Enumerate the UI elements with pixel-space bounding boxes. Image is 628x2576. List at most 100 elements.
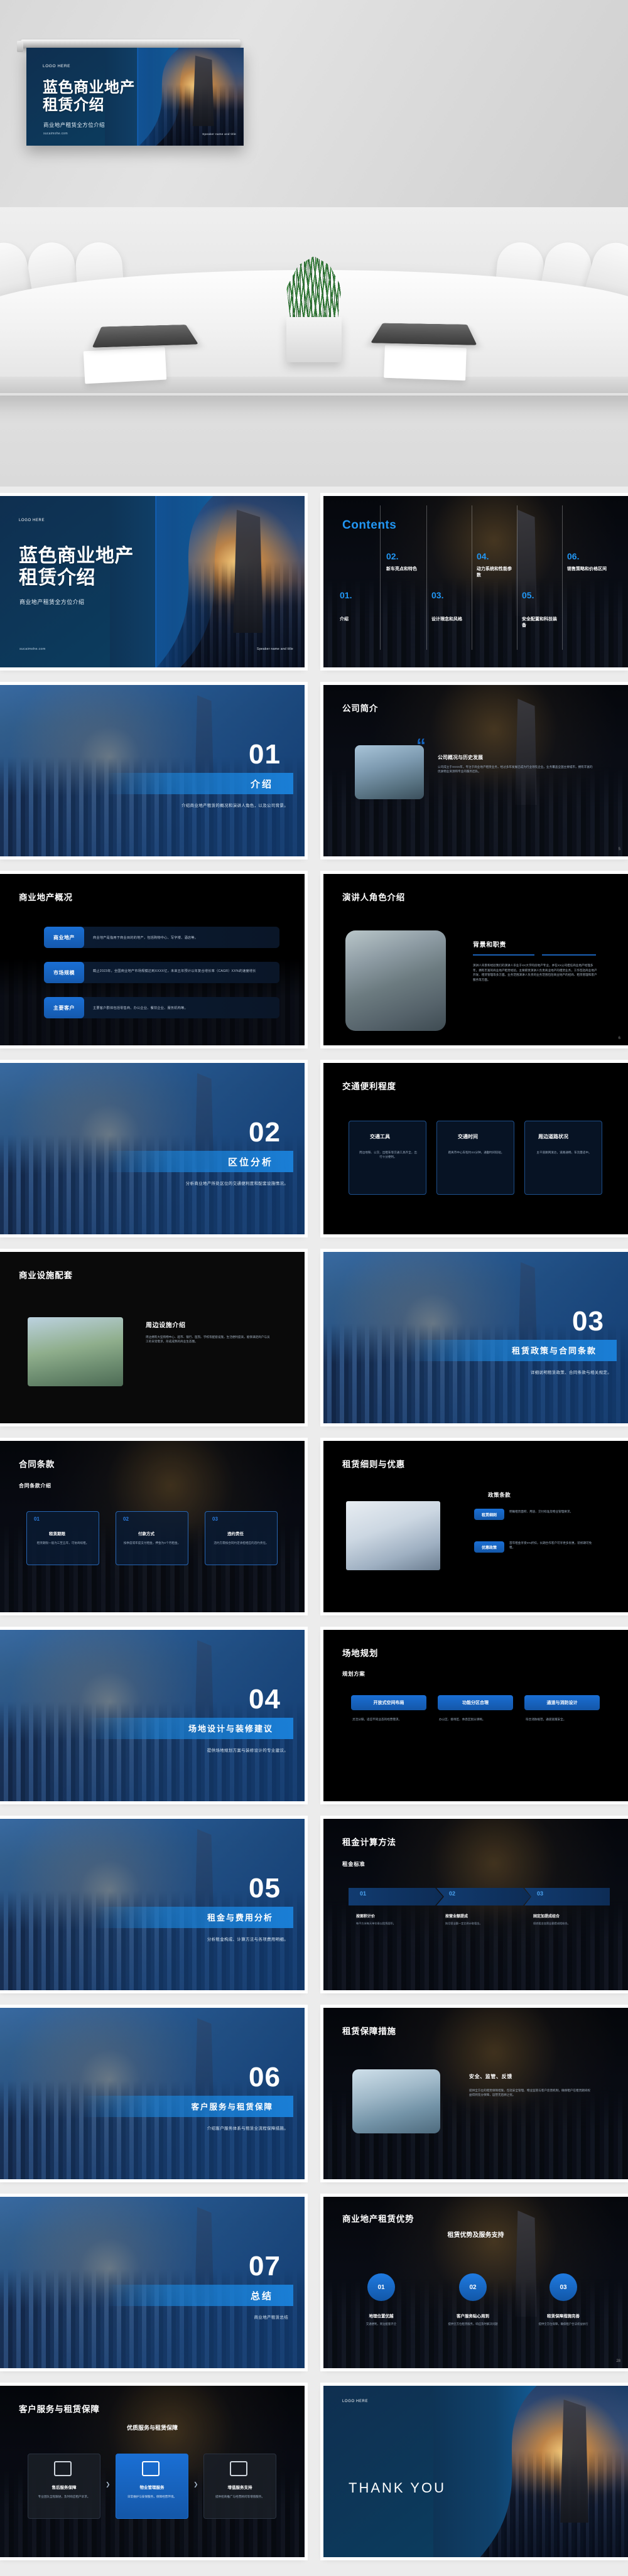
cover-website: sucaimohe.com [43, 132, 68, 136]
slide-transport[interactable]: 交通便利程度 交通工具 周边地铁、公交、出租车等交通工具齐全，出行十分便利。 交… [323, 1063, 628, 1234]
cover-speaker-name: Speaker name and title [256, 647, 293, 651]
slide-company-profile[interactable]: 公司简介 “ 公司概况与历史发展 公司成立于XXXX年，专注于商业地产租赁业务，… [323, 685, 628, 856]
laptop [92, 325, 198, 348]
paper-stack [384, 345, 467, 381]
support-icon [230, 2461, 247, 2476]
slide-cover[interactable]: LOGO HERE 蓝色商业地产 租赁介绍 商业地产租赁全方位介绍 sucaim… [0, 496, 305, 667]
cover-logo-text: LOGO HERE [43, 64, 71, 68]
contents-item-01[interactable]: 01. 介绍 [340, 590, 379, 623]
slide-section-01[interactable]: 01 介绍 介绍商业地产租赁的概况和演讲人角色，以及公司背景。 [0, 685, 305, 856]
slide-facilities[interactable]: 商业设施配套 周边设施介绍 周边拥有大型购物中心、超市、银行、医院、学校等配套设… [0, 1252, 305, 1423]
contents-item-number: 05. [522, 590, 534, 600]
projector-screen-rail [17, 40, 241, 52]
term-number: 01 [34, 1516, 40, 1522]
slide-lease-policy[interactable]: 租赁细则与优惠 政策条款 租赁细则 明确租赁面积、用途、交付标准及物业管理要求。… [323, 1441, 628, 1612]
cover-speaker-name: Speaker name and title [202, 132, 236, 136]
hero-mockup: LOGO HERE 蓝色商业地产 租赁介绍 商业地产租赁全方位介绍 sucaim… [0, 0, 628, 487]
slide-thank-you[interactable]: LOGO HERE THANK YOU [323, 2386, 628, 2557]
plan-pill[interactable]: 开放式空间布局 [351, 1695, 426, 1710]
slide-customer-service[interactable]: 客户服务与租赁保障 优质服务与租赁保障 售后服务保障 专业团队全程跟进，及时响应… [0, 2386, 305, 2557]
page-number: 6 [618, 1037, 620, 1040]
blue-overlay [0, 2197, 305, 2368]
service-title: 物业管理服务 [139, 2486, 165, 2490]
slide-site-planning[interactable]: 场地规划 规划方案 开放式空间布局 灵活分隔，适应不同业态的经营需求。 功能分区… [323, 1630, 628, 1801]
service-text: 提供招商推广与经营顾问等增值服务。 [215, 2495, 265, 2498]
transport-card[interactable] [436, 1121, 514, 1195]
slide-section-03[interactable]: 03 租赁政策与合同条款 详细说明租赁政策、合同条款与相关规定。 [323, 1252, 628, 1423]
paper-stack [83, 347, 167, 384]
policy-tag: 租赁细则 [474, 1509, 504, 1520]
thanks-logo-text: LOGO HERE [342, 2400, 369, 2403]
slide-section-07[interactable]: 07 总结 商业地产租赁总结 [0, 2197, 305, 2368]
slide-leasing-advantages[interactable]: 商业地产租赁优势 租赁优势及服务支持 01 地理位置优越 交通便利，周边配套齐全… [323, 2197, 628, 2368]
overview-row-text: 截止2023年，全国商业地产市场规模达到XXXX亿，未来五年预计以年复合增长率（… [93, 969, 256, 973]
plan-pill[interactable]: 通道与消防设计 [524, 1695, 600, 1710]
blue-overlay [0, 685, 305, 856]
speaker-description: 演讲人背景和经验我们的演讲人毕业于XX大学的房地产专业，并在XX公司担任商业地产… [473, 964, 597, 981]
contents-item-number: 06. [567, 551, 580, 561]
contents-divider [562, 505, 563, 650]
contents-item-label: 销售策略和价格区间 [567, 567, 607, 571]
term-title: 租赁期限 [49, 1532, 65, 1536]
blue-overlay [0, 1630, 305, 1801]
section-number: 04 [249, 1684, 281, 1715]
section-description: 介绍客户服务体系与租赁全流程保障措施。 [207, 2126, 288, 2131]
facility-text: 周边拥有大型购物中心、超市、银行、医院、学校等配套设施，生活便利度高，能够满足商… [146, 1335, 270, 1344]
advantage-text: 提供全方位保障，确保租户合法权益执行 [538, 2322, 588, 2325]
service-heading: 优质服务与租赁保障 [126, 2425, 178, 2431]
overview-row-tag: 主要客户 [44, 997, 84, 1018]
contents-item-number: 02. [386, 551, 399, 561]
plan-pill[interactable]: 功能分区合理 [438, 1695, 513, 1710]
slide-property-overview[interactable]: 商业地产概况 商业地产 商业地产是指用于商业目的的地产，包括购物中心、写字楼、酒… [0, 874, 305, 1045]
page-number: 5 [618, 848, 620, 851]
policy-tag: 优惠政策 [474, 1541, 504, 1553]
slide-section-06[interactable]: 06 客户服务与租赁保障 介绍客户服务体系与租赁全流程保障措施。 [0, 2008, 305, 2179]
slide-section-04[interactable]: 04 场地设计与装修建议 提供场地规划方案与装修设计的专业建议。 [0, 1630, 305, 1801]
contents-item-05[interactable]: 05. 安全配置和科技装备 [522, 590, 561, 629]
tower-silhouette [515, 2210, 537, 2317]
cover-logo-text: LOGO HERE [19, 519, 45, 522]
guarantee-text: 提供全方位的租赁保障措施，包括安全管理、物业监管与客户反馈机制，确保租户在租赁期… [469, 2089, 590, 2097]
contents-item-04[interactable]: 04. 动力系统和性能参数 [477, 551, 516, 579]
transport-card-title: 交通工具 [370, 1134, 390, 1140]
advantage-text: 交通便利，周边配套齐全 [365, 2322, 397, 2325]
step-text: 按月营业额一定比例计取租金。 [445, 1922, 482, 1925]
policy-photo [346, 1501, 440, 1570]
slide-contents[interactable]: Contents 01. 介绍 02. 新车亮点和特色 03. 设计理念和风格 … [323, 496, 628, 667]
projector-screen: LOGO HERE 蓝色商业地产 租赁介绍 商业地产租赁全方位介绍 sucaim… [26, 48, 244, 146]
slide-section-02[interactable]: 02 区位分析 分析商业地产所处区位的交通便利度和配套设施情况。 [0, 1063, 305, 1234]
slide-speaker-intro[interactable]: 演讲人角色介绍 背景和职责 演讲人背景和经验我们的演讲人毕业于XX大学的房地产专… [323, 874, 628, 1045]
term-title: 付款方式 [138, 1532, 154, 1536]
transport-card[interactable] [524, 1121, 602, 1195]
service-title: 售后服务保障 [51, 2486, 77, 2490]
slide-title: 商业设施配套 [19, 1271, 73, 1280]
contents-item-03[interactable]: 03. 设计理念和风格 [431, 590, 470, 623]
slide-title: 公司简介 [342, 704, 379, 713]
slide-lease-guarantee[interactable]: 租赁保障措施 安全、监管、反馈 提供全方位的租赁保障措施，包括安全管理、物业监管… [323, 2008, 628, 2179]
building-icon [142, 2461, 160, 2476]
contents-item-number: 03. [431, 590, 444, 600]
thank-you-text: THANK YOU [349, 2480, 446, 2496]
slide-contract-terms[interactable]: 合同条款 合同条款介绍 01 租赁期限 租赁期限一般为三至五年，可协商续租。 0… [0, 1441, 305, 1612]
contents-item-02[interactable]: 02. 新车亮点和特色 [386, 551, 425, 573]
advantage-circle: 02 [459, 2273, 487, 2301]
section-label-band: 租金与费用分析 [92, 1907, 293, 1928]
policy-text: 明确租赁面积、用途、交付标准及物业管理要求。 [509, 1510, 573, 1513]
contents-item-06[interactable]: 06. 销售策略和价格区间 [567, 551, 609, 573]
slide-title: 租金计算方法 [342, 1838, 396, 1847]
section-label: 租赁政策与合同条款 [511, 1346, 597, 1355]
cover-title-line2: 租赁介绍 [43, 97, 104, 114]
cover-title-line1: 蓝色商业地产 [19, 546, 134, 566]
slide-section-05[interactable]: 05 租金与费用分析 分析租金构成、计算方法与各项费用明细。 [0, 1819, 305, 1990]
term-number: 02 [123, 1516, 129, 1522]
slide-rent-calculation[interactable]: 租金计算方法 租金标准 01 按面积计价 每平方米每天单价乘以租赁面积。 02 … [323, 1819, 628, 1990]
step-text: 每平方米每天单价乘以租赁面积。 [356, 1922, 396, 1925]
contents-item-label: 安全配置和科技装备 [522, 617, 557, 628]
plan-text: 灵活分隔，适应不同业态的经营需求。 [352, 1718, 402, 1721]
tower-silhouette [515, 698, 537, 806]
advantage-circle: 01 [367, 2273, 395, 2301]
transport-card-text: 周边地铁、公交、出租车等交通工具齐全，出行十分便利。 [359, 1151, 417, 1158]
section-label-band: 介绍 [105, 773, 293, 794]
company-card-title: 公司概况与历史发展 [438, 755, 483, 760]
term-text: 租赁期限一般为三至五年，可协商续租。 [36, 1541, 89, 1544]
